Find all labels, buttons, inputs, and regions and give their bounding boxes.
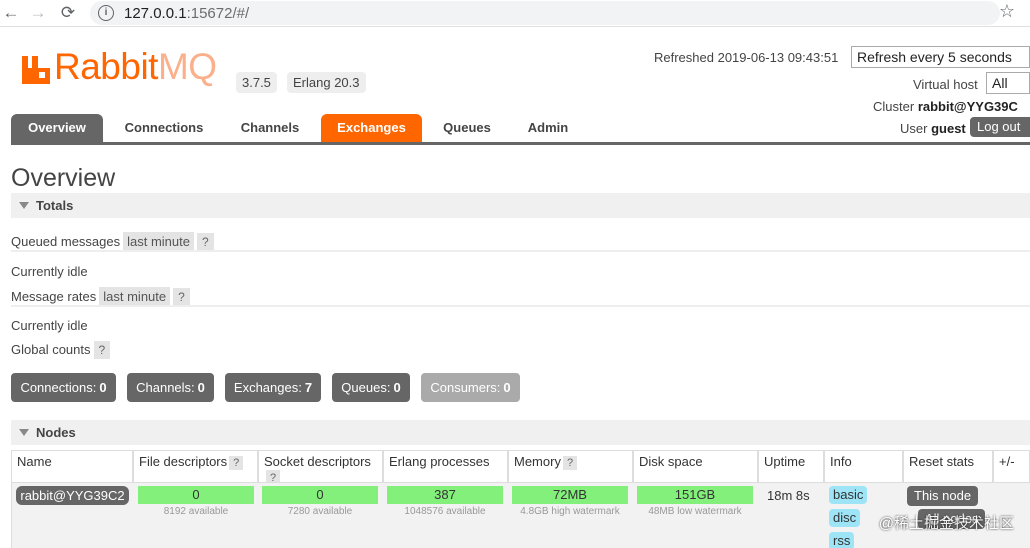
erlang-version-badge: Erlang 20.3 xyxy=(287,72,366,93)
tab-admin[interactable]: Admin xyxy=(514,114,582,142)
socket-descriptors-help[interactable]: ? xyxy=(266,470,281,482)
socket-descriptors-available: 7280 available xyxy=(287,506,353,517)
memory-gauge: 72MB xyxy=(512,486,628,504)
info-tag-rss: rss xyxy=(829,532,855,548)
page-title: Overview xyxy=(11,164,116,192)
column-header-uptime: Uptime xyxy=(758,450,824,483)
column-header-info: Info xyxy=(824,450,903,483)
file-descriptors-gauge: 0 xyxy=(138,486,254,504)
memory-watermark: 4.8GB high watermark xyxy=(520,506,620,517)
column-header-erlang-processes: Erlang processes xyxy=(383,450,508,483)
socket-descriptors-gauge: 0 xyxy=(262,486,378,504)
tab-overview[interactable]: Overview xyxy=(11,114,103,142)
nodes-section-toggle[interactable]: Nodes xyxy=(11,420,1030,445)
rabbitmq-logo-icon xyxy=(22,56,50,84)
message-rates-label: Message rates xyxy=(11,289,97,304)
column-toggle-button[interactable]: +/- xyxy=(993,450,1030,483)
erlang-processes-available: 1048576 available xyxy=(404,506,486,517)
queued-messages-help[interactable]: ? xyxy=(197,233,214,251)
version-badge: 3.7.5 xyxy=(236,72,277,93)
message-rates-row: Message rates last minute? xyxy=(11,287,190,306)
cluster-info: Cluster rabbit@YYG39C xyxy=(873,99,1018,114)
column-header-reset-stats: Reset stats xyxy=(903,450,993,483)
refreshed-timestamp: Refreshed 2019-06-13 09:43:51 xyxy=(654,50,839,65)
site-info-icon[interactable]: i xyxy=(98,5,114,21)
message-rates-help[interactable]: ? xyxy=(173,288,190,306)
disk-space-watermark: 48MB low watermark xyxy=(648,506,742,517)
exchanges-count-button[interactable]: Exchanges: 7 xyxy=(225,373,321,402)
uptime-value: 18m 8s xyxy=(767,488,810,503)
totals-section-toggle[interactable]: Totals xyxy=(11,193,1030,218)
channels-count-button[interactable]: Channels: 0 xyxy=(127,373,214,402)
column-header-socket-descriptors: Socket descriptors ? xyxy=(258,450,383,483)
bookmark-star-icon[interactable]: ☆ xyxy=(999,1,1015,22)
column-header-name: Name xyxy=(11,450,133,483)
global-counts-row: Global counts? xyxy=(11,341,111,359)
column-header-disk-space: Disk space xyxy=(633,450,758,483)
divider xyxy=(11,250,1030,252)
currently-idle-text: Currently idle xyxy=(11,264,88,279)
collapse-triangle-icon xyxy=(19,429,29,436)
forward-icon[interactable]: → xyxy=(29,4,47,22)
reload-icon[interactable]: ⟳ xyxy=(59,4,77,22)
queued-messages-label: Queued messages xyxy=(11,234,121,249)
currently-idle-text: Currently idle xyxy=(11,318,88,333)
address-bar[interactable]: i 127.0.0.1:15672/#/ xyxy=(90,1,1000,25)
global-counts-help[interactable]: ? xyxy=(93,341,111,359)
memory-help[interactable]: ? xyxy=(562,456,578,470)
info-tag-disc: disc xyxy=(829,509,861,527)
vhost-select[interactable]: All xyxy=(986,72,1030,94)
column-header-memory: Memory? xyxy=(508,450,633,483)
tab-queues[interactable]: Queues xyxy=(432,114,502,142)
tab-connections[interactable]: Connections xyxy=(113,114,215,142)
nodes-section-title: Nodes xyxy=(36,425,76,440)
reset-this-node-button[interactable]: This node xyxy=(907,486,979,506)
watermark-text: @稀土掘金技术社区 xyxy=(878,515,1014,532)
tab-exchanges[interactable]: Exchanges xyxy=(321,114,422,142)
tab-channels[interactable]: Channels xyxy=(229,114,311,142)
queued-messages-range[interactable]: last minute xyxy=(123,232,194,251)
disk-space-gauge: 151GB xyxy=(637,486,753,504)
browser-toolbar: ← → ⟳ i 127.0.0.1:15672/#/ ☆ xyxy=(0,0,1030,27)
main-tabs: Overview Connections Channels Exchanges … xyxy=(11,114,1030,145)
collapse-triangle-icon xyxy=(19,202,29,209)
global-counts-label: Global counts xyxy=(11,342,91,357)
queued-messages-row: Queued messages last minute? xyxy=(11,232,214,251)
back-icon[interactable]: ← xyxy=(2,4,20,22)
info-tag-basic: basic xyxy=(829,486,868,504)
refresh-interval-select[interactable]: Refresh every 5 seconds xyxy=(851,46,1030,68)
logo-text: RabbitMQ xyxy=(54,46,217,87)
erlang-processes-gauge: 387 xyxy=(387,486,503,504)
connections-count-button[interactable]: Connections: 0 xyxy=(11,373,116,402)
file-descriptors-available: 8192 available xyxy=(163,506,229,517)
node-name-link[interactable]: rabbit@YYG39C2 xyxy=(16,486,129,505)
consumers-count-button[interactable]: Consumers: 0 xyxy=(421,373,520,402)
file-descriptors-help[interactable]: ? xyxy=(229,456,244,470)
queues-count-button[interactable]: Queues: 0 xyxy=(332,373,410,402)
vhost-label: Virtual host xyxy=(913,77,978,92)
divider xyxy=(11,305,1030,307)
column-header-file-descriptors: File descriptors? xyxy=(133,450,258,483)
totals-section-title: Totals xyxy=(36,198,74,213)
message-rates-range[interactable]: last minute xyxy=(99,287,171,306)
url-text: 127.0.0.1:15672/#/ xyxy=(124,5,250,22)
